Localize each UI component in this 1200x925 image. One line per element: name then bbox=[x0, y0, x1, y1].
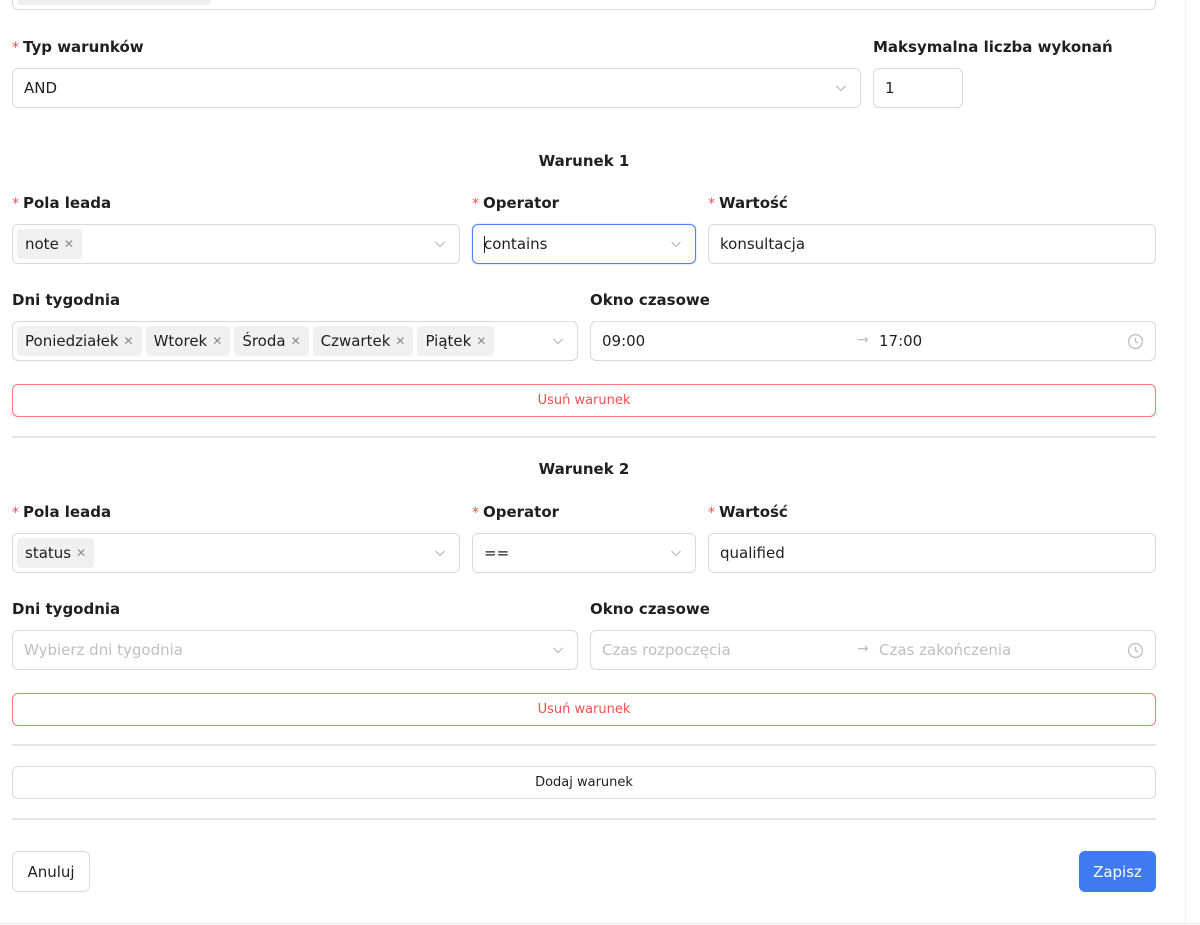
required-mark: * bbox=[472, 505, 479, 521]
condition-2-operator-label: * Operator bbox=[472, 503, 560, 521]
footer-divider bbox=[12, 818, 1156, 820]
bottom-edge bbox=[0, 923, 1200, 924]
condition-2-value-input[interactable]: qualified bbox=[708, 533, 1156, 573]
close-icon[interactable]: ✕ bbox=[212, 334, 222, 348]
required-mark: * bbox=[708, 196, 715, 212]
section-divider bbox=[12, 436, 1156, 438]
panel-right-edge bbox=[1185, 0, 1186, 925]
required-mark: * bbox=[12, 196, 19, 212]
lead-field-tag: status ✕ bbox=[17, 538, 95, 568]
lead-field-tag: note ✕ bbox=[17, 229, 82, 259]
required-mark: * bbox=[12, 505, 19, 521]
condition-2-days-label: Dni tygodnia bbox=[12, 600, 121, 618]
time-end-input[interactable]: Czas zakończenia bbox=[879, 641, 1011, 659]
days-placeholder: Wybierz dni tygodnia bbox=[24, 641, 183, 659]
condition-1-lead-fields-label: * Pola leada bbox=[12, 194, 112, 212]
close-icon[interactable]: ✕ bbox=[476, 334, 486, 348]
add-condition-button[interactable]: Dodaj warunek bbox=[12, 766, 1156, 799]
conditions-type-select[interactable]: AND bbox=[12, 68, 861, 108]
clock-icon bbox=[1127, 333, 1144, 350]
condition-1-operator-label: * Operator bbox=[472, 194, 560, 212]
condition-2-time-label: Okno czasowe bbox=[590, 600, 710, 618]
condition-1-lead-fields-select[interactable]: note ✕ bbox=[12, 224, 460, 264]
day-tag: Poniedziałek ✕ bbox=[17, 326, 142, 356]
condition-1-operator-select[interactable]: contains bbox=[472, 224, 696, 264]
condition-2-days-select[interactable]: Wybierz dni tygodnia bbox=[12, 630, 578, 670]
day-tag: Wtorek ✕ bbox=[145, 326, 231, 356]
condition-1-time-range[interactable]: 09:00 → 17:00 bbox=[590, 321, 1156, 361]
time-start-input[interactable]: 09:00 bbox=[602, 332, 645, 350]
conditions-type-label: * Typ warunków bbox=[12, 38, 144, 56]
condition-2-title: Warunek 2 bbox=[538, 460, 630, 478]
day-tag: Piątek ✕ bbox=[417, 326, 495, 356]
condition-1-operator-value: contains bbox=[484, 235, 548, 253]
max-runs-value: 1 bbox=[885, 79, 895, 97]
condition-2-value-label: * Wartość bbox=[708, 503, 788, 521]
condition-2-operator-select[interactable]: == bbox=[472, 533, 696, 573]
time-start-input[interactable]: Czas rozpoczęcia bbox=[602, 641, 731, 659]
conditions-type-value: AND bbox=[24, 79, 58, 97]
previous-field-tag bbox=[17, 0, 211, 5]
remove-condition-1-button[interactable]: Usuń warunek bbox=[12, 384, 1156, 417]
arrow-right-icon: → bbox=[857, 641, 869, 657]
arrow-right-icon: → bbox=[857, 332, 869, 348]
close-icon[interactable]: ✕ bbox=[395, 334, 405, 348]
close-icon[interactable]: ✕ bbox=[124, 334, 134, 348]
chevron-down-icon bbox=[671, 241, 681, 248]
close-icon[interactable]: ✕ bbox=[291, 334, 301, 348]
chevron-down-icon bbox=[435, 550, 445, 557]
close-icon[interactable]: ✕ bbox=[64, 237, 74, 251]
chevron-down-icon bbox=[553, 338, 563, 345]
cancel-button[interactable]: Anuluj bbox=[12, 851, 90, 892]
chevron-down-icon bbox=[435, 241, 445, 248]
condition-1-value: konsultacja bbox=[720, 235, 806, 253]
max-runs-label: Maksymalna liczba wykonań bbox=[873, 38, 1113, 56]
previous-field-cropped[interactable] bbox=[12, 0, 1156, 10]
close-icon[interactable]: ✕ bbox=[76, 546, 86, 560]
time-end-input[interactable]: 17:00 bbox=[879, 332, 922, 350]
required-mark: * bbox=[708, 505, 715, 521]
condition-2-lead-fields-label: * Pola leada bbox=[12, 503, 112, 521]
condition-2-lead-fields-select[interactable]: status ✕ bbox=[12, 533, 460, 573]
required-mark: * bbox=[12, 40, 19, 56]
condition-1-value-input[interactable]: konsultacja bbox=[708, 224, 1156, 264]
condition-1-value-label: * Wartość bbox=[708, 194, 788, 212]
max-runs-input[interactable]: 1 bbox=[873, 68, 963, 108]
save-button[interactable]: Zapisz bbox=[1079, 851, 1156, 892]
chevron-down-icon bbox=[671, 550, 681, 557]
section-divider bbox=[12, 744, 1156, 746]
remove-condition-2-button[interactable]: Usuń warunek bbox=[12, 693, 1156, 726]
chevron-down-icon bbox=[553, 647, 563, 654]
condition-2-value: qualified bbox=[720, 544, 785, 562]
condition-1-title: Warunek 1 bbox=[538, 152, 630, 170]
condition-1-time-label: Okno czasowe bbox=[590, 291, 710, 309]
chevron-down-icon bbox=[836, 85, 846, 92]
clock-icon bbox=[1127, 642, 1144, 659]
required-mark: * bbox=[472, 196, 479, 212]
condition-2-operator-value: == bbox=[484, 544, 510, 562]
condition-1-days-select[interactable]: Poniedziałek ✕ Wtorek ✕ Środa ✕ Czwartek ✕ P… bbox=[12, 321, 578, 361]
condition-1-days-label: Dni tygodnia bbox=[12, 291, 121, 309]
condition-2-time-range[interactable]: Czas rozpoczęcia → Czas zakończenia bbox=[590, 630, 1156, 670]
day-tag: Czwartek ✕ bbox=[312, 326, 414, 356]
day-tag: Środa ✕ bbox=[234, 326, 309, 356]
